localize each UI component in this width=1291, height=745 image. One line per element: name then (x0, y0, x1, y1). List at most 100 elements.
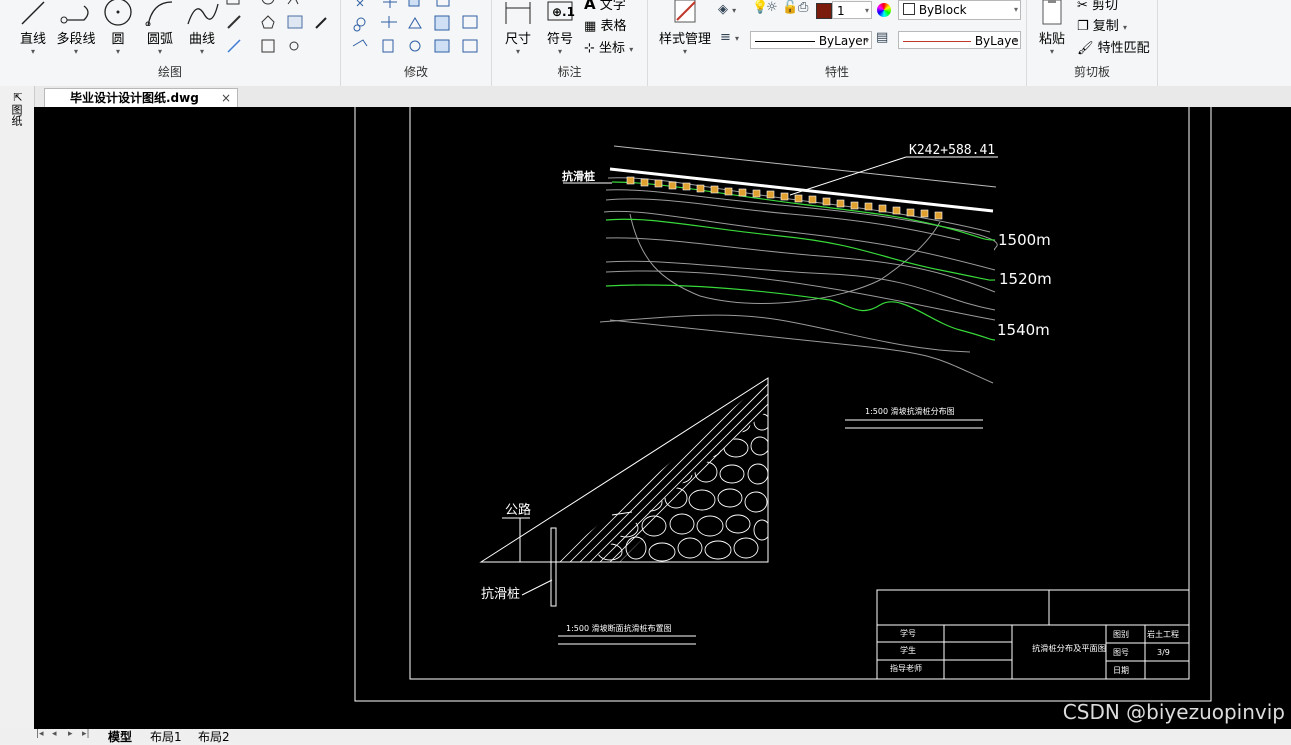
printer-icon[interactable]: ⎙ (798, 0, 808, 15)
copy-label: 复制 (1092, 19, 1119, 34)
scissors-icon: ✂ (1077, 0, 1088, 13)
lineweight-combo[interactable]: ByLaye ▾ (898, 31, 1021, 49)
section-title: 1:500 滑坡断面抗滑桩布置图 (566, 623, 672, 633)
draw-group: 直线 ▾ 多段线 ▾ 圆 ▾ 圆弧 ▾ 曲线 ▾ 绘图 (0, 0, 341, 86)
coordinate-label: 坐标 (599, 41, 626, 56)
tb-category-value: 岩土工程 (1147, 629, 1179, 639)
draw-group-label: 绘图 (157, 65, 182, 79)
sheet-inner-border (409, 107, 1190, 680)
layer-combo-value: 1 (837, 4, 845, 18)
tab-nav-first-icon[interactable]: |◂ (36, 729, 44, 739)
draw-small-tools-icons[interactable] (224, 0, 334, 60)
arc-button[interactable]: 圆弧 ▾ (140, 0, 180, 56)
sun-icon[interactable]: ☼ (766, 0, 778, 15)
side-palette-tab[interactable]: ⇱ 图纸 (10, 91, 26, 127)
chevron-down-icon: ▾ (682, 47, 687, 56)
drawing-canvas[interactable]: K242+588.41 抗滑桩 1500m 1520m 1540m 1:500 … (34, 107, 1291, 729)
layer-combo[interactable]: 1 ▾ (832, 1, 872, 19)
ribbon: 直线 ▾ 多段线 ▾ 圆 ▾ 圆弧 ▾ 曲线 ▾ 绘图 修改 尺寸 ▾ ⊕.1 … (0, 0, 1291, 87)
color-combo-value: ByBlock (918, 3, 967, 17)
color-swatch[interactable] (816, 3, 832, 19)
copy-button[interactable]: ❐ 复制 ▾ (1077, 15, 1127, 34)
properties-group: 样式管理 ▾ ◈ ▾ 💡 ☼ 🔓 ⎙ 1 ▾ ByBlock ▾ ≡ ▾ ByLay… (648, 0, 1027, 86)
paste-label: 粘贴 (1038, 32, 1065, 47)
table-icon: ▦ (584, 19, 597, 34)
chevron-down-icon: ▾ (73, 47, 78, 56)
close-icon[interactable]: × (221, 89, 231, 107)
coordinate-icon: ⊹ (584, 41, 595, 56)
road-label: 公路 (505, 502, 531, 518)
tb-advisor-label: 指导老师 (890, 663, 922, 673)
tab-nav-next-icon[interactable]: ▸ (68, 729, 73, 739)
arc-label: 圆弧 (146, 32, 173, 47)
table-label: 表格 (600, 19, 627, 34)
copy-icon: ❐ (1077, 19, 1089, 34)
tb-category-label: 图别 (1113, 630, 1129, 639)
title-block (876, 589, 1190, 680)
pile-label: 抗滑桩 (481, 587, 520, 602)
watermark: CSDN @biyezuopinvip (1062, 700, 1285, 724)
lineweight-combo-value: ByLaye (974, 34, 1019, 48)
lineweight-icon[interactable]: ▤ (876, 30, 888, 45)
cut-label: 剪切 (1092, 0, 1119, 13)
curve-button[interactable]: 曲线 ▾ (182, 0, 222, 56)
tb-number-label: 图号 (1113, 648, 1129, 657)
tab-layout2[interactable]: 布局2 (198, 728, 230, 745)
tab-layout1[interactable]: 布局1 (150, 728, 182, 745)
station-label: K242+588.41 (909, 143, 995, 158)
tab-nav-prev-icon[interactable]: ◂ (52, 729, 57, 739)
document-tab-title: 毕业设计设计图纸.dwg (70, 91, 199, 105)
tb-date-label: 日期 (1113, 666, 1129, 675)
tab-nav-last-icon[interactable]: ▸| (82, 729, 90, 739)
side-palette-icon: ⇱ (13, 91, 23, 104)
line-label: 直线 (19, 32, 46, 47)
linetype-combo[interactable]: ByLayer ▾ (750, 31, 872, 49)
properties-group-label: 特性 (824, 65, 849, 79)
dimension-button[interactable]: 尺寸 ▾ (498, 0, 538, 56)
annotate-group-label: 标注 (557, 65, 582, 79)
paste-button[interactable]: 粘贴 ▾ (1033, 0, 1071, 56)
contour-label-1540: 1540m (997, 321, 1050, 339)
plan-title: 1:500 滑坡抗滑桩分布图 (865, 406, 955, 416)
circle-label: 圆 (111, 32, 125, 47)
symbol-button[interactable]: ⊕.1 符号 ▾ (540, 0, 580, 56)
annotate-group: 尺寸 ▾ ⊕.1 符号 ▾ A 文字 ▦ 表格 ⊹ 坐标 ▾ 标注 (492, 0, 648, 86)
linetype-combo-value: ByLayer (818, 34, 868, 48)
side-palette: ⇱ 图纸 (0, 86, 35, 743)
linetype-icon[interactable]: ≡ ▾ (720, 30, 739, 45)
line-button[interactable]: 直线 ▾ (14, 0, 52, 56)
tab-model[interactable]: 模型 (108, 728, 132, 745)
color-box-icon (903, 3, 915, 15)
layer-icon[interactable]: ◈ ▾ (718, 2, 736, 17)
svg-text:⊕.1: ⊕.1 (552, 5, 575, 19)
chevron-down-icon: ▾ (30, 47, 35, 56)
brush-icon: 🖌 (1077, 41, 1094, 56)
chevron-down-icon: ▾ (199, 47, 204, 56)
clipboard-group-label: 剪切板 (1073, 65, 1110, 79)
chevron-down-icon: ▾ (515, 47, 520, 56)
cut-button[interactable]: ✂ 剪切 (1077, 0, 1118, 13)
polyline-button[interactable]: 多段线 ▾ (54, 0, 98, 56)
style-manager-label: 样式管理 (658, 32, 711, 47)
modify-group-label: 修改 (403, 65, 428, 79)
tb-number-value: 3/9 (1157, 648, 1170, 657)
coordinate-button[interactable]: ⊹ 坐标 ▾ (584, 37, 633, 56)
document-tab[interactable]: 毕业设计设计图纸.dwg × (44, 88, 238, 108)
plan-view (563, 145, 998, 384)
table-button[interactable]: ▦ 表格 (584, 15, 626, 34)
tb-student-label: 学生 (900, 645, 916, 655)
style-manager-button[interactable]: 样式管理 ▾ (652, 0, 718, 56)
curve-label: 曲线 (188, 32, 215, 47)
text-button[interactable]: A 文字 (584, 0, 626, 13)
tb-student-no-label: 学号 (900, 628, 916, 638)
clipboard-group: 粘贴 ▾ ✂ 剪切 ❐ 复制 ▾ 🖌 特性匹配 剪切板 (1027, 0, 1158, 86)
layout-tab-bar: |◂ ◂ ▸ ▸| 模型 布局1 布局2 (0, 728, 1291, 745)
circle-button[interactable]: 圆 ▾ (100, 0, 136, 56)
color-wheel-icon[interactable] (877, 3, 891, 17)
modify-tools-icons[interactable] (347, 0, 487, 58)
color-combo[interactable]: ByBlock ▾ (898, 0, 1021, 20)
match-properties-button[interactable]: 🖌 特性匹配 (1077, 37, 1150, 56)
chevron-down-icon: ▾ (115, 47, 120, 56)
lock-icon[interactable]: 🔓 (782, 0, 798, 15)
symbol-label: 符号 (546, 32, 573, 47)
